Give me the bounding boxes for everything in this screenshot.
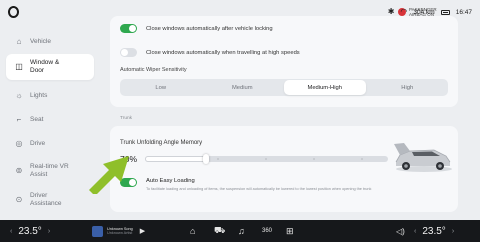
chevron-right-icon[interactable]: › [452, 228, 454, 235]
sidebar-item-label: Driver Assistance [30, 192, 62, 207]
slider-tick [265, 158, 267, 160]
close-high-speed-label: Close windows automatically when travell… [146, 49, 300, 56]
close-after-locking-toggle[interactable] [120, 24, 137, 33]
slider-tick [217, 158, 219, 160]
settings-sidebar: ⌂ Vehicle ◫ Window & Door ☼ Lights ⌐ Sea… [0, 25, 100, 225]
passenger-temp-control: ‹ 23.5° › [414, 220, 454, 242]
play-icon[interactable]: ▶ [140, 227, 145, 235]
auto-easy-loading-row: Auto Easy Loading To facilitate loading … [120, 178, 371, 191]
vr-icon: ⊚ [15, 166, 23, 175]
car-trunk-open-illustration [394, 143, 452, 172]
sidebar-item-label: Drive [30, 140, 46, 147]
sidebar-item-drive[interactable]: ◎ Drive [6, 136, 94, 152]
driver-temp[interactable]: 23.5° [18, 226, 41, 237]
bluetooth-icon: ✱ [387, 7, 395, 16]
sidebar-item-seat[interactable]: ⌐ Seat [6, 112, 94, 128]
slider-fill [145, 156, 206, 162]
slider-thumb[interactable] [202, 154, 209, 164]
sidebar-item-window-door[interactable]: ◫ Window & Door [6, 54, 94, 80]
chevron-left-icon[interactable]: ‹ [414, 228, 416, 235]
sidebar-item-label: Window & Door [30, 59, 60, 74]
brand-logo [8, 6, 19, 18]
slider-tick [313, 158, 315, 160]
wiper-option-high[interactable]: High [367, 79, 449, 96]
car-icon: ⌂ [16, 37, 22, 46]
media-info: Unknown Song Unknown Artist [107, 227, 133, 236]
car-seat-icon[interactable]: ⛟ [214, 220, 225, 242]
song-artist: Unknown Artist [107, 231, 133, 235]
trunk-angle-slider[interactable] [145, 154, 388, 164]
bottom-dock: ‹ 23.5° › Unknown Song Unknown Artist ▶ … [0, 220, 480, 242]
auto-easy-loading-description: To facilitate loading and unloading of i… [146, 187, 372, 191]
auto-easy-loading-label: Auto Easy Loading [146, 178, 195, 184]
wifi-icon: ◠ [400, 7, 408, 16]
360-icon[interactable]: 360 [262, 220, 272, 242]
wiper-sensitivity-selector: Low Medium Medium-High High [120, 79, 448, 96]
chevron-left-icon[interactable]: ‹ [10, 228, 12, 235]
driver-temp-control: ‹ 23.5° › [10, 220, 50, 242]
auto-easy-loading-text: Auto Easy Loading To facilitate loading … [146, 178, 371, 191]
chevron-right-icon[interactable]: › [48, 228, 50, 235]
close-after-locking-row: Close windows automatically after vehicl… [120, 24, 273, 33]
clock: 16:47 [455, 8, 472, 16]
sidebar-item-driver-assistance[interactable]: ⊙ Driver Assistance [6, 189, 94, 211]
close-after-locking-label: Close windows automatically after vehicl… [146, 25, 273, 32]
close-high-speed-row: Close windows automatically when travell… [120, 48, 300, 57]
slider-tick [361, 158, 363, 160]
assist-icon: ⊙ [15, 195, 23, 204]
windows-panel: Close windows automatically after vehicl… [110, 16, 458, 107]
sidebar-item-label: Lights [30, 92, 48, 99]
section-title-trunk: Trunk [120, 116, 133, 121]
sidebar-item-vehicle[interactable]: ⌂ Vehicle [6, 34, 94, 50]
sidebar-item-realtime-vr[interactable]: ⊚ Real-time VR Assist [6, 160, 94, 182]
music-icon[interactable]: ♫ [238, 220, 245, 242]
trunk-panel: Trunk Unfolding Angle Memory 70% Auto Ea… [110, 126, 458, 212]
status-right: ✱ ◠ 304 km 16:47 [388, 8, 472, 16]
home-icon[interactable]: ⌂ [190, 220, 195, 242]
wiper-sensitivity-label: Automatic Wiper Sensitivity [120, 67, 187, 73]
sidebar-item-lights[interactable]: ☼ Lights [6, 88, 94, 104]
apps-grid-icon[interactable]: ⊞ [286, 220, 294, 242]
sidebar-item-label: Seat [30, 116, 44, 123]
steering-icon: ◎ [15, 139, 23, 148]
range-text: 304 km [413, 8, 435, 16]
volume-icon[interactable]: ◁) [396, 220, 405, 242]
sidebar-item-label: Vehicle [30, 38, 51, 45]
wiper-option-low[interactable]: Low [120, 79, 202, 96]
media-widget[interactable]: Unknown Song Unknown Artist ▶ [92, 220, 145, 242]
album-art [92, 225, 103, 237]
wiper-option-medium-high[interactable]: Medium-High [284, 80, 366, 95]
wiper-option-medium[interactable]: Medium [202, 79, 284, 96]
light-icon: ☼ [15, 91, 23, 100]
sidebar-item-label: Real-time VR Assist [30, 163, 69, 178]
window-icon: ◫ [15, 62, 23, 71]
close-high-speed-toggle[interactable] [120, 48, 137, 57]
seat-icon: ⌐ [16, 115, 22, 124]
passenger-temp[interactable]: 23.5° [422, 226, 445, 237]
pointer-arrow-icon [89, 156, 129, 194]
battery-icon [440, 9, 450, 15]
